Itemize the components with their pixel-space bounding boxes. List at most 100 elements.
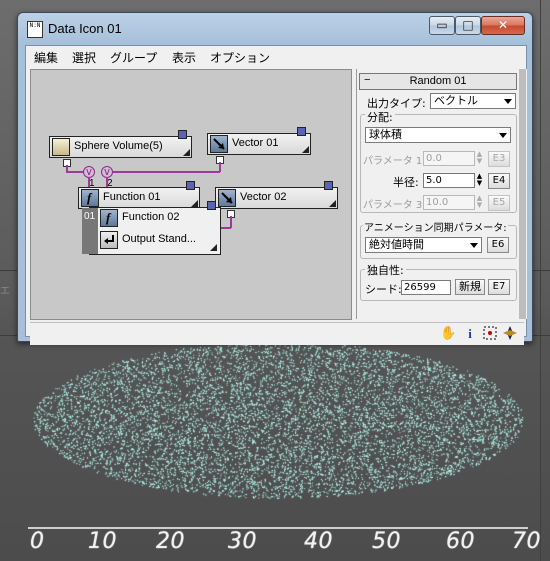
menu-select[interactable]: 選択	[72, 49, 96, 66]
node-output-tab[interactable]	[297, 127, 306, 136]
node-output-tab[interactable]	[207, 201, 216, 210]
connection-wire	[66, 165, 68, 172]
resize-corner-icon	[183, 149, 190, 156]
sphere-volume-icon	[52, 138, 70, 156]
navigate-icon[interactable]	[502, 326, 518, 342]
node-label: Function 02	[122, 211, 180, 223]
ruler-tick-label: 60	[446, 529, 475, 554]
resize-corner-icon	[302, 146, 309, 153]
node-index-label: 01	[84, 211, 96, 222]
connection-wire	[106, 177, 108, 187]
param-3-label: パラメータ 3:	[363, 200, 426, 211]
param-3-field[interactable]: 10.0	[423, 195, 475, 210]
output-type-value: ベクトル	[434, 94, 478, 107]
rollout-title: Random 01	[409, 75, 467, 87]
ruler-tick-label: 10	[88, 529, 117, 554]
uniqueness-group-label: 独自性:	[365, 262, 406, 278]
node-index: 01	[82, 208, 98, 254]
seed-label: シード:	[365, 283, 402, 296]
anim-sync-value: 絶対値時間	[369, 238, 424, 251]
spinner-arrows-icon[interactable]: ▲ ▼	[475, 195, 484, 210]
seed-expr-button[interactable]: E7	[488, 279, 510, 295]
ruler-tick-label: 0	[30, 529, 45, 554]
node-function-01[interactable]: f Function 01	[78, 181, 200, 209]
region-select-icon[interactable]	[482, 326, 498, 342]
node-vector-02[interactable]: Vector 02	[215, 181, 338, 209]
node-output-tab[interactable]	[186, 181, 195, 190]
node-label: Sphere Volume(5)	[74, 140, 163, 152]
distribution-value: 球体積	[369, 128, 402, 141]
function-icon: f	[100, 209, 118, 227]
spinner-arrows-icon[interactable]: ▲ ▼	[475, 151, 484, 166]
pan-hand-icon[interactable]: ✋	[440, 326, 456, 342]
schematic-view[interactable]: Sphere Volume(5) Vector 01 V V 1 2 f Fun…	[30, 69, 352, 320]
connection-wire	[230, 216, 232, 228]
scrollbar-thumb[interactable]	[519, 69, 526, 319]
maximize-button[interactable]: □	[455, 16, 481, 35]
ruler-tick-label: 20	[156, 529, 185, 554]
ruler-tick-label: 40	[304, 529, 333, 554]
new-seed-button[interactable]: 新規	[455, 279, 485, 295]
distribution-select[interactable]: 球体積	[365, 127, 511, 143]
param-1-field[interactable]: 0.0	[423, 151, 475, 166]
connection-wire	[66, 171, 84, 173]
radius-expr-button[interactable]: E4	[488, 173, 510, 189]
node-sphere-volume[interactable]: Sphere Volume(5)	[49, 130, 192, 158]
vector-icon	[210, 135, 228, 153]
param-1-expr-button[interactable]: E3	[488, 151, 510, 167]
radius-label: 半径:	[393, 176, 419, 189]
anim-sync-select[interactable]: 絶対値時間	[365, 237, 482, 253]
param-3-expr-button[interactable]: E5	[488, 195, 510, 211]
radius-field[interactable]: 5.0	[423, 173, 475, 188]
app-icon: N:N	[27, 21, 43, 38]
menu-options[interactable]: オプション	[210, 49, 270, 66]
seed-field[interactable]: 26599	[401, 280, 451, 295]
chevron-down-icon	[504, 99, 512, 104]
window-client: 編集 選択 グループ 表示 オプション Sphere Volume(5) Vec…	[25, 45, 527, 345]
anim-sync-expr-button[interactable]: E6	[487, 237, 509, 253]
menu-bar: 編集 選択 グループ 表示 オプション	[26, 46, 526, 66]
node-label: Function 01	[103, 191, 161, 203]
rollout-header[interactable]: − Random 01	[359, 73, 517, 90]
title-bar[interactable]: N:N Data Icon 01 ▭ □ ✕	[18, 13, 532, 45]
connection-wire	[219, 162, 221, 172]
chevron-down-icon	[470, 243, 478, 248]
output-icon	[100, 231, 118, 249]
window-title: Data Icon 01	[48, 21, 122, 36]
menu-edit[interactable]: 編集	[34, 49, 58, 66]
node-label: Vector 02	[240, 191, 287, 203]
ruler-tick-label: 50	[372, 529, 401, 554]
status-bar: ✋ i	[30, 322, 524, 345]
connection-wire	[113, 171, 220, 173]
resize-corner-icon	[210, 244, 217, 251]
data-icon-window: N:N Data Icon 01 ▭ □ ✕ 編集 選択 グループ 表示 オプシ…	[17, 12, 533, 345]
node-label: Output Stand...	[122, 233, 196, 245]
vector-icon	[218, 189, 236, 207]
node-function-02[interactable]: f Function 02	[98, 208, 218, 230]
ruler-tick-label: 30	[228, 529, 257, 554]
function-icon: f	[81, 189, 99, 207]
resize-corner-icon	[191, 200, 198, 207]
spinner-arrows-icon[interactable]: ▲ ▼	[475, 173, 484, 188]
param-1-label: パラメータ 1:	[363, 156, 426, 167]
distribution-group-label: 分配:	[365, 109, 395, 125]
ruler-tick-label: 70	[512, 529, 541, 554]
node-label: Vector 01	[232, 137, 279, 149]
panel-scrollbar[interactable]	[519, 69, 526, 319]
menu-group[interactable]: グループ	[110, 49, 157, 66]
close-button[interactable]: ✕	[481, 16, 525, 35]
info-icon[interactable]: i	[462, 326, 478, 342]
minimize-button[interactable]: ▭	[429, 16, 455, 35]
node-output-tab[interactable]	[178, 130, 187, 139]
node-vector-01[interactable]: Vector 01	[207, 127, 311, 155]
node-composite[interactable]: 01 f Function 02 Output Stand...	[82, 201, 221, 255]
output-type-select[interactable]: ベクトル	[430, 93, 516, 109]
resize-corner-icon	[329, 200, 336, 207]
chevron-down-icon	[499, 133, 507, 138]
anim-sync-group-label: アニメーション同期パラメータ:	[363, 219, 508, 234]
connection-wire	[88, 177, 90, 187]
parameter-panel: − Random 01 出力タイプ: ベクトル 分配: 球体積 パラメータ 1:…	[356, 69, 527, 319]
node-output-standard[interactable]: Output Stand...	[98, 230, 218, 252]
node-output-tab[interactable]	[324, 181, 333, 190]
menu-view[interactable]: 表示	[172, 49, 196, 66]
